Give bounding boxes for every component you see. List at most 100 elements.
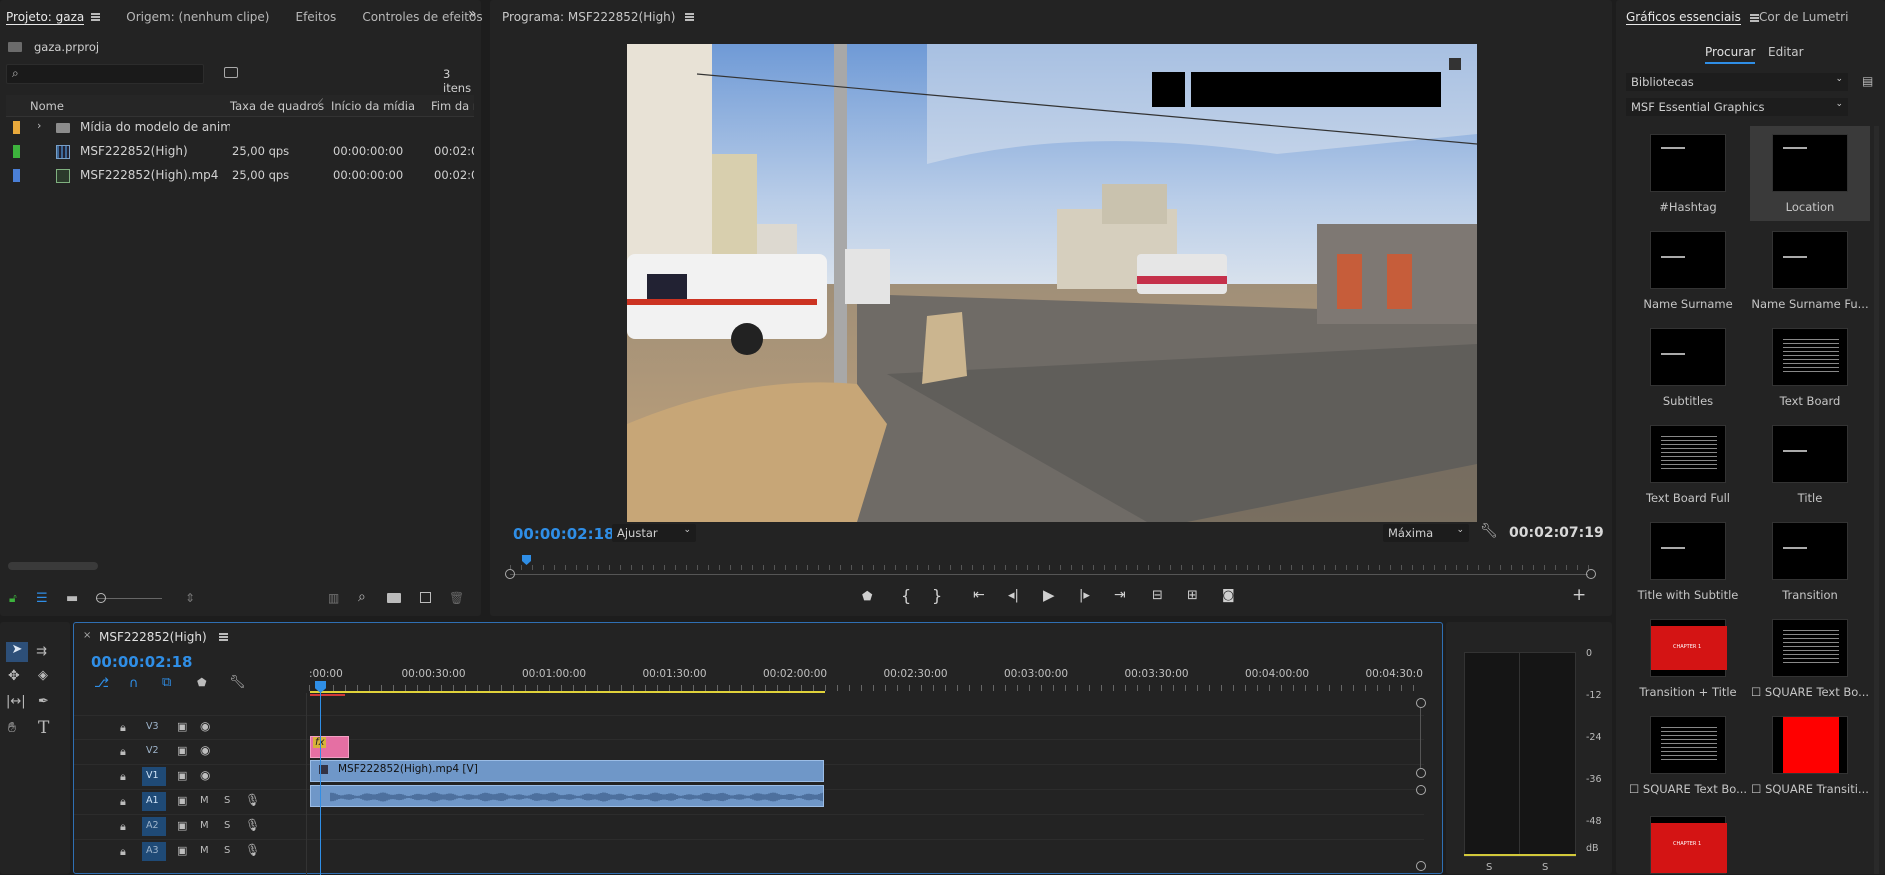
step-forward-icon[interactable]: |▸ xyxy=(1079,588,1090,603)
list-view-icon[interactable]: ☰ xyxy=(36,591,48,606)
playback-resolution-select[interactable]: Máxima ⌄ xyxy=(1383,524,1469,542)
sync-lock-icon[interactable]: ▣ xyxy=(177,819,187,832)
template-item[interactable]: Name Surname xyxy=(1628,223,1748,318)
button-editor-icon[interactable]: + xyxy=(1572,585,1586,605)
add-marker-icon[interactable]: ⬟ xyxy=(197,676,207,689)
timeline-vertical-zoom-handle[interactable] xyxy=(1416,698,1426,708)
vertical-scrollbar[interactable] xyxy=(1874,126,1879,874)
track-select-tool-icon[interactable]: ⇉ xyxy=(36,644,47,659)
chevron-right-icon[interactable]: › xyxy=(37,119,41,132)
template-item[interactable]: Location xyxy=(1750,126,1870,221)
sync-lock-icon[interactable]: ▣ xyxy=(177,844,187,857)
pen-tool-icon[interactable]: ✒ xyxy=(38,694,49,709)
template-item[interactable]: Title xyxy=(1750,417,1870,512)
lock-icon[interactable]: 🔓︎ xyxy=(9,591,17,606)
mute-button[interactable]: M xyxy=(200,795,209,806)
col-media-start[interactable]: Início da mídia xyxy=(331,99,415,113)
library-name-select[interactable]: MSF Essential Graphics ⌄ xyxy=(1626,98,1848,116)
mark-out-icon[interactable]: } xyxy=(932,586,942,605)
search-input[interactable]: ⌕ xyxy=(6,64,204,84)
lift-icon[interactable]: ⊟ xyxy=(1152,588,1163,603)
new-item-icon[interactable] xyxy=(420,592,431,603)
go-to-out-icon[interactable]: ⇥ xyxy=(1114,587,1126,603)
step-back-icon[interactable]: ◂| xyxy=(1008,588,1019,603)
solo-right-button[interactable]: S xyxy=(1542,862,1548,873)
nest-icon[interactable]: ⎇ xyxy=(94,676,109,691)
microphone-icon[interactable]: 🎙︎ xyxy=(245,843,260,857)
graphic-clip[interactable]: fx xyxy=(310,736,349,758)
wrench-icon[interactable]: 🔧︎ xyxy=(1480,523,1498,539)
lock-icon[interactable]: 🔒︎ xyxy=(120,795,126,809)
template-thumbnail[interactable]: CHAPTER 1 xyxy=(1650,816,1727,874)
eye-icon[interactable]: ◉ xyxy=(200,768,210,782)
col-media-end[interactable]: Fim da m xyxy=(431,99,474,113)
libraries-select[interactable]: Bibliotecas ⌄ xyxy=(1626,73,1848,91)
sync-lock-icon[interactable]: ▣ xyxy=(177,720,187,733)
automate-icon[interactable]: ▥ xyxy=(328,591,339,605)
zoom-bar-right-handle[interactable] xyxy=(1586,569,1596,579)
solo-button[interactable]: S xyxy=(224,845,230,856)
sync-lock-icon[interactable]: ▣ xyxy=(177,744,187,757)
tab-essential-graphics[interactable]: Gráficos essenciais xyxy=(1626,10,1759,25)
microphone-icon[interactable]: 🎙︎ xyxy=(245,818,260,832)
new-search-bin-icon[interactable] xyxy=(224,67,238,78)
list-item[interactable]: MSF222852(High).mp4 25,00 qps 00:00:00:0… xyxy=(6,164,474,188)
panel-menu-icon[interactable] xyxy=(685,13,695,21)
mute-button[interactable]: M xyxy=(200,820,209,831)
trash-icon[interactable]: 🗑︎ xyxy=(449,591,464,605)
zoom-bar[interactable] xyxy=(510,574,1588,575)
panel-menu-icon[interactable] xyxy=(218,633,228,641)
lock-icon[interactable]: 🔒︎ xyxy=(120,721,126,735)
template-item[interactable]: CHAPTER 1 Transition + Title xyxy=(1628,611,1748,706)
col-framerate[interactable]: Taxa de quadros xyxy=(230,99,324,113)
subtab-browse[interactable]: Procurar xyxy=(1705,45,1756,64)
ripple-edit-tool-icon[interactable]: ✥ xyxy=(8,668,20,684)
track-name[interactable]: V1 xyxy=(146,770,159,781)
sync-lock-icon[interactable]: ▣ xyxy=(177,769,187,782)
new-bin-icon[interactable] xyxy=(387,593,401,603)
work-area-bar[interactable] xyxy=(310,691,825,693)
timeline-vertical-zoom-handle[interactable] xyxy=(1416,861,1426,871)
find-icon[interactable]: ⌕ xyxy=(358,589,366,605)
track-name[interactable]: A2 xyxy=(146,820,159,831)
scrub-bar[interactable] xyxy=(510,556,1593,570)
timeline-vertical-zoom-handle[interactable] xyxy=(1416,785,1426,795)
extract-icon[interactable]: ⊞ xyxy=(1187,588,1198,603)
tab-source[interactable]: Origem: (nenhum clipe) xyxy=(114,0,283,34)
template-item[interactable]: Transition xyxy=(1750,514,1870,609)
lock-icon[interactable]: 🔒︎ xyxy=(120,770,126,784)
timeline-timecode[interactable]: 00:00:02:18 xyxy=(91,653,193,671)
template-item[interactable]: Name Surname Fu... xyxy=(1750,223,1870,318)
timeline-settings-icon[interactable]: 🔧︎ xyxy=(229,675,246,690)
microphone-icon[interactable]: 🎙︎ xyxy=(245,793,260,807)
template-item[interactable]: ☐ SQUARE Transiti... xyxy=(1750,708,1870,803)
template-item[interactable]: Title with Subtitle xyxy=(1628,514,1748,609)
video-frame[interactable] xyxy=(627,44,1477,522)
col-name[interactable]: Nome xyxy=(30,99,64,113)
horizontal-scrollbar[interactable] xyxy=(8,562,98,570)
export-frame-icon[interactable]: ◙ xyxy=(1222,588,1235,603)
playhead-line[interactable] xyxy=(320,683,321,875)
type-tool-icon[interactable]: T xyxy=(38,718,49,738)
program-timecode[interactable]: 00:00:02:18 xyxy=(513,525,615,543)
razor-tool-icon[interactable]: ◈ xyxy=(38,668,48,683)
template-item[interactable]: Text Board xyxy=(1750,320,1870,415)
snap-icon[interactable]: ∩ xyxy=(129,676,139,691)
solo-button[interactable]: S xyxy=(224,820,230,831)
template-item[interactable]: ☐ SQUARE Text Bo... xyxy=(1750,611,1870,706)
mute-button[interactable]: M xyxy=(200,845,209,856)
library-settings-icon[interactable]: ▤ xyxy=(1862,74,1873,88)
time-ruler[interactable]: :00:00 00:00:30:00 00:01:00:00 00:01:30:00 0… xyxy=(309,661,1423,693)
video-clip[interactable]: MSF222852(High).mp4 [V] xyxy=(310,760,824,782)
panel-menu-icon[interactable] xyxy=(91,13,101,21)
template-item[interactable]: Subtitles xyxy=(1628,320,1748,415)
tab-project[interactable]: Projeto: gaza xyxy=(6,0,114,34)
go-to-in-icon[interactable]: ⇤ xyxy=(973,587,985,603)
zoom-slider-handle[interactable] xyxy=(96,593,106,603)
panel-menu-icon[interactable] xyxy=(1749,13,1759,22)
lock-icon[interactable]: 🔒︎ xyxy=(120,820,126,834)
sync-lock-icon[interactable]: ▣ xyxy=(177,794,187,807)
lock-icon[interactable]: 🔒︎ xyxy=(120,845,126,859)
track-name[interactable]: A1 xyxy=(146,795,159,806)
sequence-tab[interactable]: MSF222852(High) xyxy=(99,630,228,644)
